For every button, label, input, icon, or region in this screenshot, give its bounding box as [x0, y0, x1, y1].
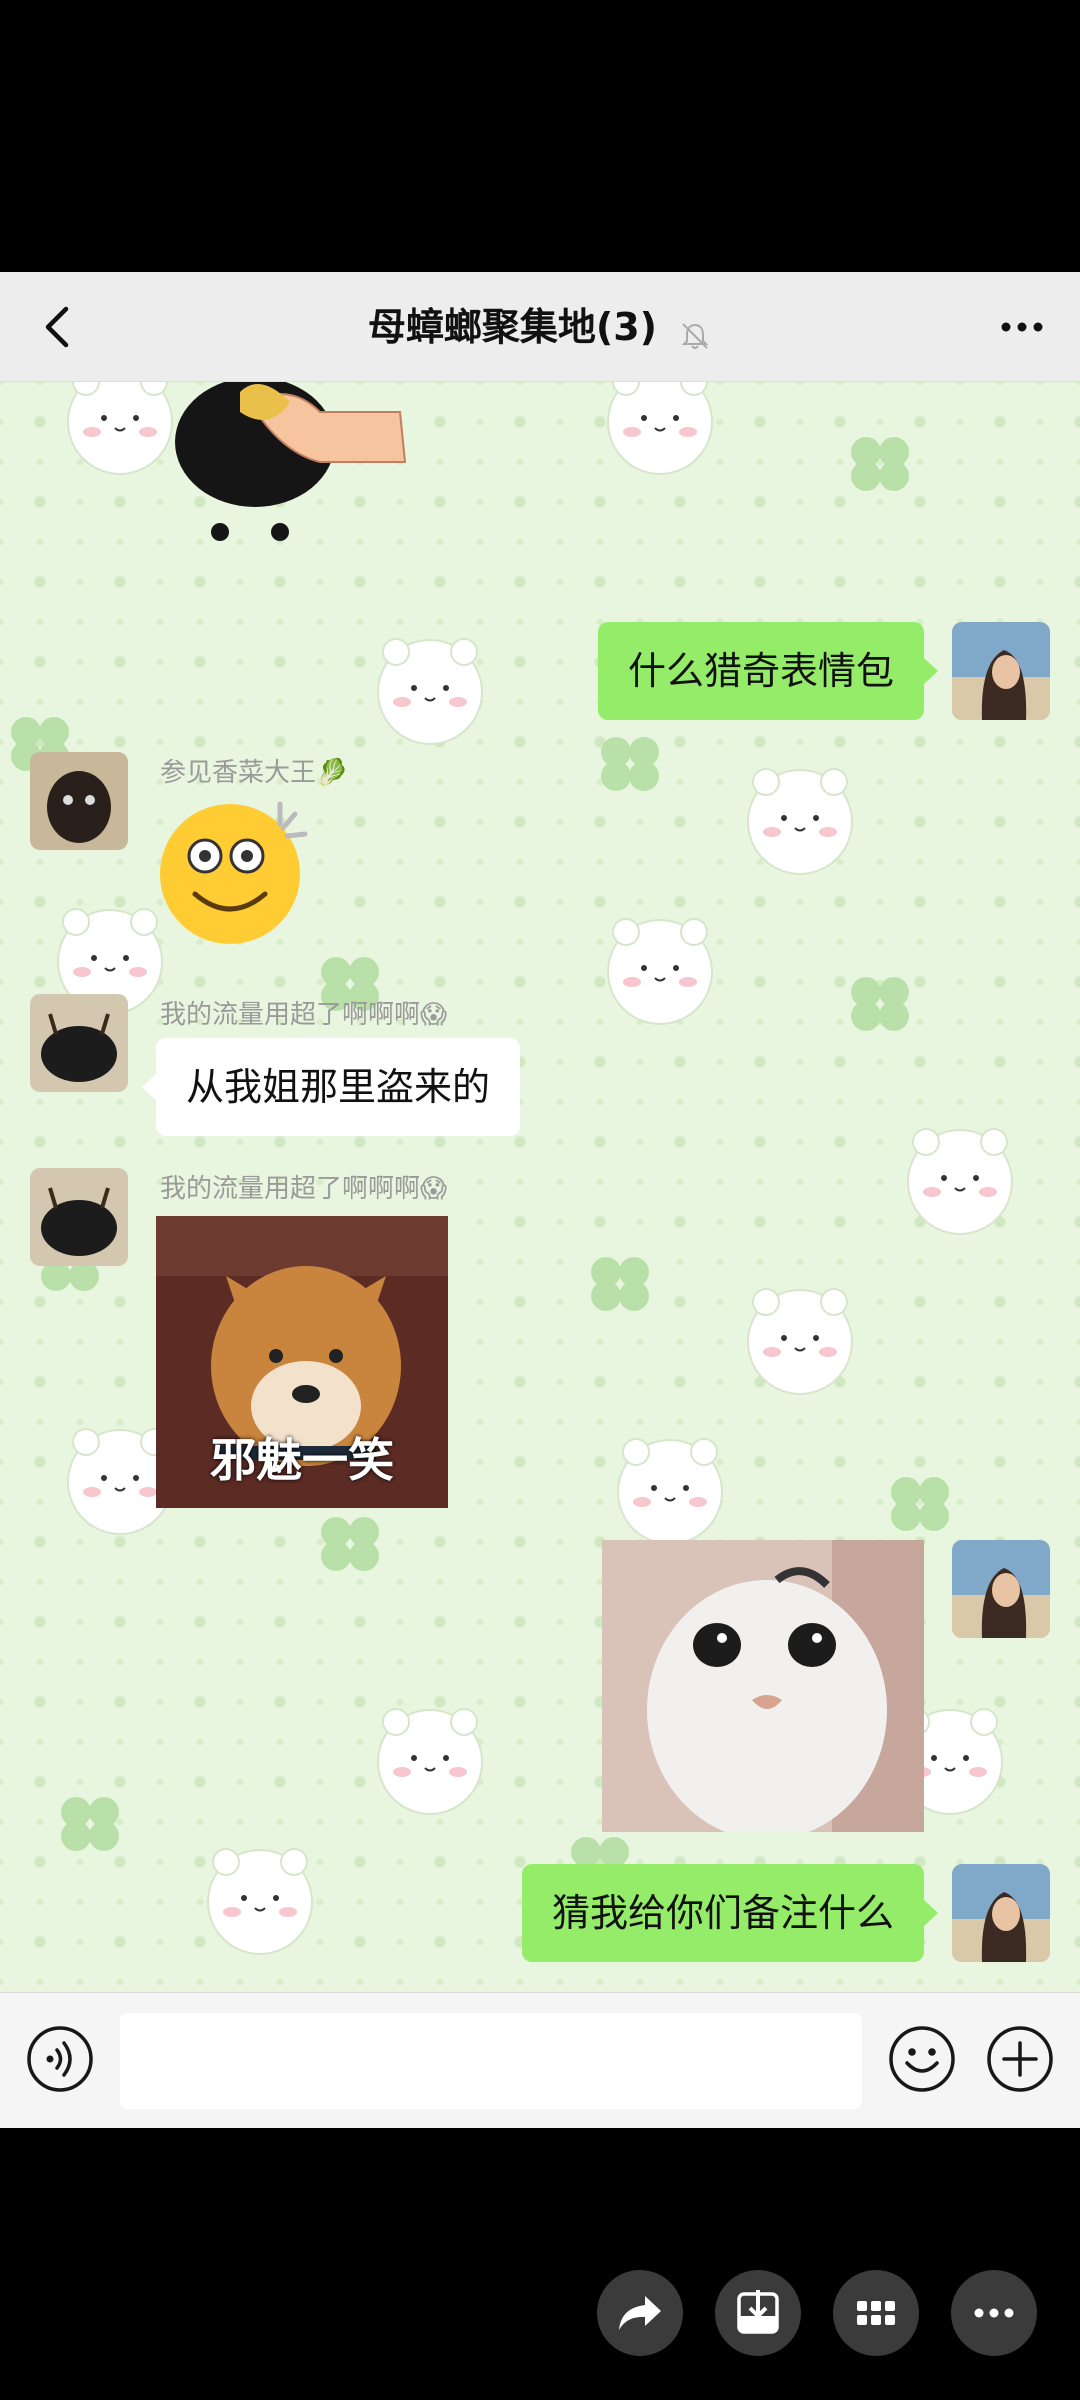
avatar-girl-icon: [952, 1540, 1050, 1638]
more-dots-icon: [1001, 322, 1043, 332]
message-text: 猜我给你们备注什么: [551, 1891, 894, 1935]
message-text: 什么猎奇表情包: [627, 649, 894, 693]
voice-icon: [27, 2026, 93, 2092]
chat-header: 母蟑螂聚集地(3): [0, 272, 1080, 382]
my-avatar[interactable]: [952, 1540, 1050, 1638]
more-options-button[interactable]: [992, 302, 1052, 352]
more-actions-button[interactable]: [951, 2270, 1037, 2356]
input-bar: [0, 1992, 1080, 2128]
message-text: 从我姐那里盗来的: [186, 1065, 491, 1109]
download-button[interactable]: [715, 2270, 801, 2356]
image-message[interactable]: [602, 1540, 924, 1832]
sender-avatar[interactable]: [30, 994, 128, 1092]
avatar-girl-icon: [952, 622, 1050, 720]
dizzy-face-sticker: [160, 801, 308, 944]
chat-area[interactable]: 什么猎奇表情包 参见香菜大王🥬 我的流量用超了啊啊啊😱 从我姐那里盗来的 我的流…: [0, 382, 1080, 1992]
incoming-text-bubble[interactable]: 从我姐那里盗来的: [141, 1038, 521, 1136]
avatar-creature-icon: [30, 752, 128, 850]
sender-name: 参见香菜大王🥬: [160, 758, 349, 788]
pat-blob-sticker: [175, 382, 407, 541]
grid-button[interactable]: [833, 2270, 919, 2356]
voice-button[interactable]: [26, 2025, 94, 2093]
sticker-message[interactable]: [160, 382, 410, 552]
avatar-black-cat-icon: [30, 994, 128, 1092]
sender-avatar[interactable]: [30, 752, 128, 850]
outgoing-text-bubble[interactable]: 什么猎奇表情包: [597, 622, 939, 720]
sender-avatar[interactable]: [30, 1168, 128, 1266]
avatar-girl-icon: [952, 1864, 1050, 1962]
image-message[interactable]: 邪魅一笑: [156, 1216, 448, 1508]
share-icon: [619, 2296, 661, 2330]
sender-name: 我的流量用超了啊啊啊😱: [160, 1000, 448, 1030]
plus-icon: [987, 2026, 1053, 2092]
more-dots-icon: [974, 2308, 1014, 2318]
plus-button[interactable]: [986, 2025, 1054, 2093]
emoji-button[interactable]: [888, 2025, 956, 2093]
grid-icon: [857, 2301, 895, 2325]
title-area: 母蟑螂聚集地(3): [0, 272, 1080, 382]
sticker-message[interactable]: [155, 794, 315, 944]
outgoing-text-bubble[interactable]: 猜我给你们备注什么: [521, 1864, 939, 1962]
avatar-black-cat-icon: [30, 1168, 128, 1266]
my-avatar[interactable]: [952, 622, 1050, 720]
page-title: 母蟑螂聚集地(3): [367, 305, 658, 349]
sender-name: 我的流量用超了啊啊啊😱: [160, 1174, 448, 1204]
white-cat-image: [602, 1540, 924, 1832]
emoji-icon: [889, 2026, 955, 2092]
image-caption: 邪魅一笑: [210, 1433, 394, 1487]
bell-off-icon: [681, 322, 709, 349]
my-avatar[interactable]: [952, 1864, 1050, 1962]
share-button[interactable]: [597, 2270, 683, 2356]
message-input[interactable]: [120, 2013, 862, 2109]
download-icon: [737, 2290, 779, 2334]
